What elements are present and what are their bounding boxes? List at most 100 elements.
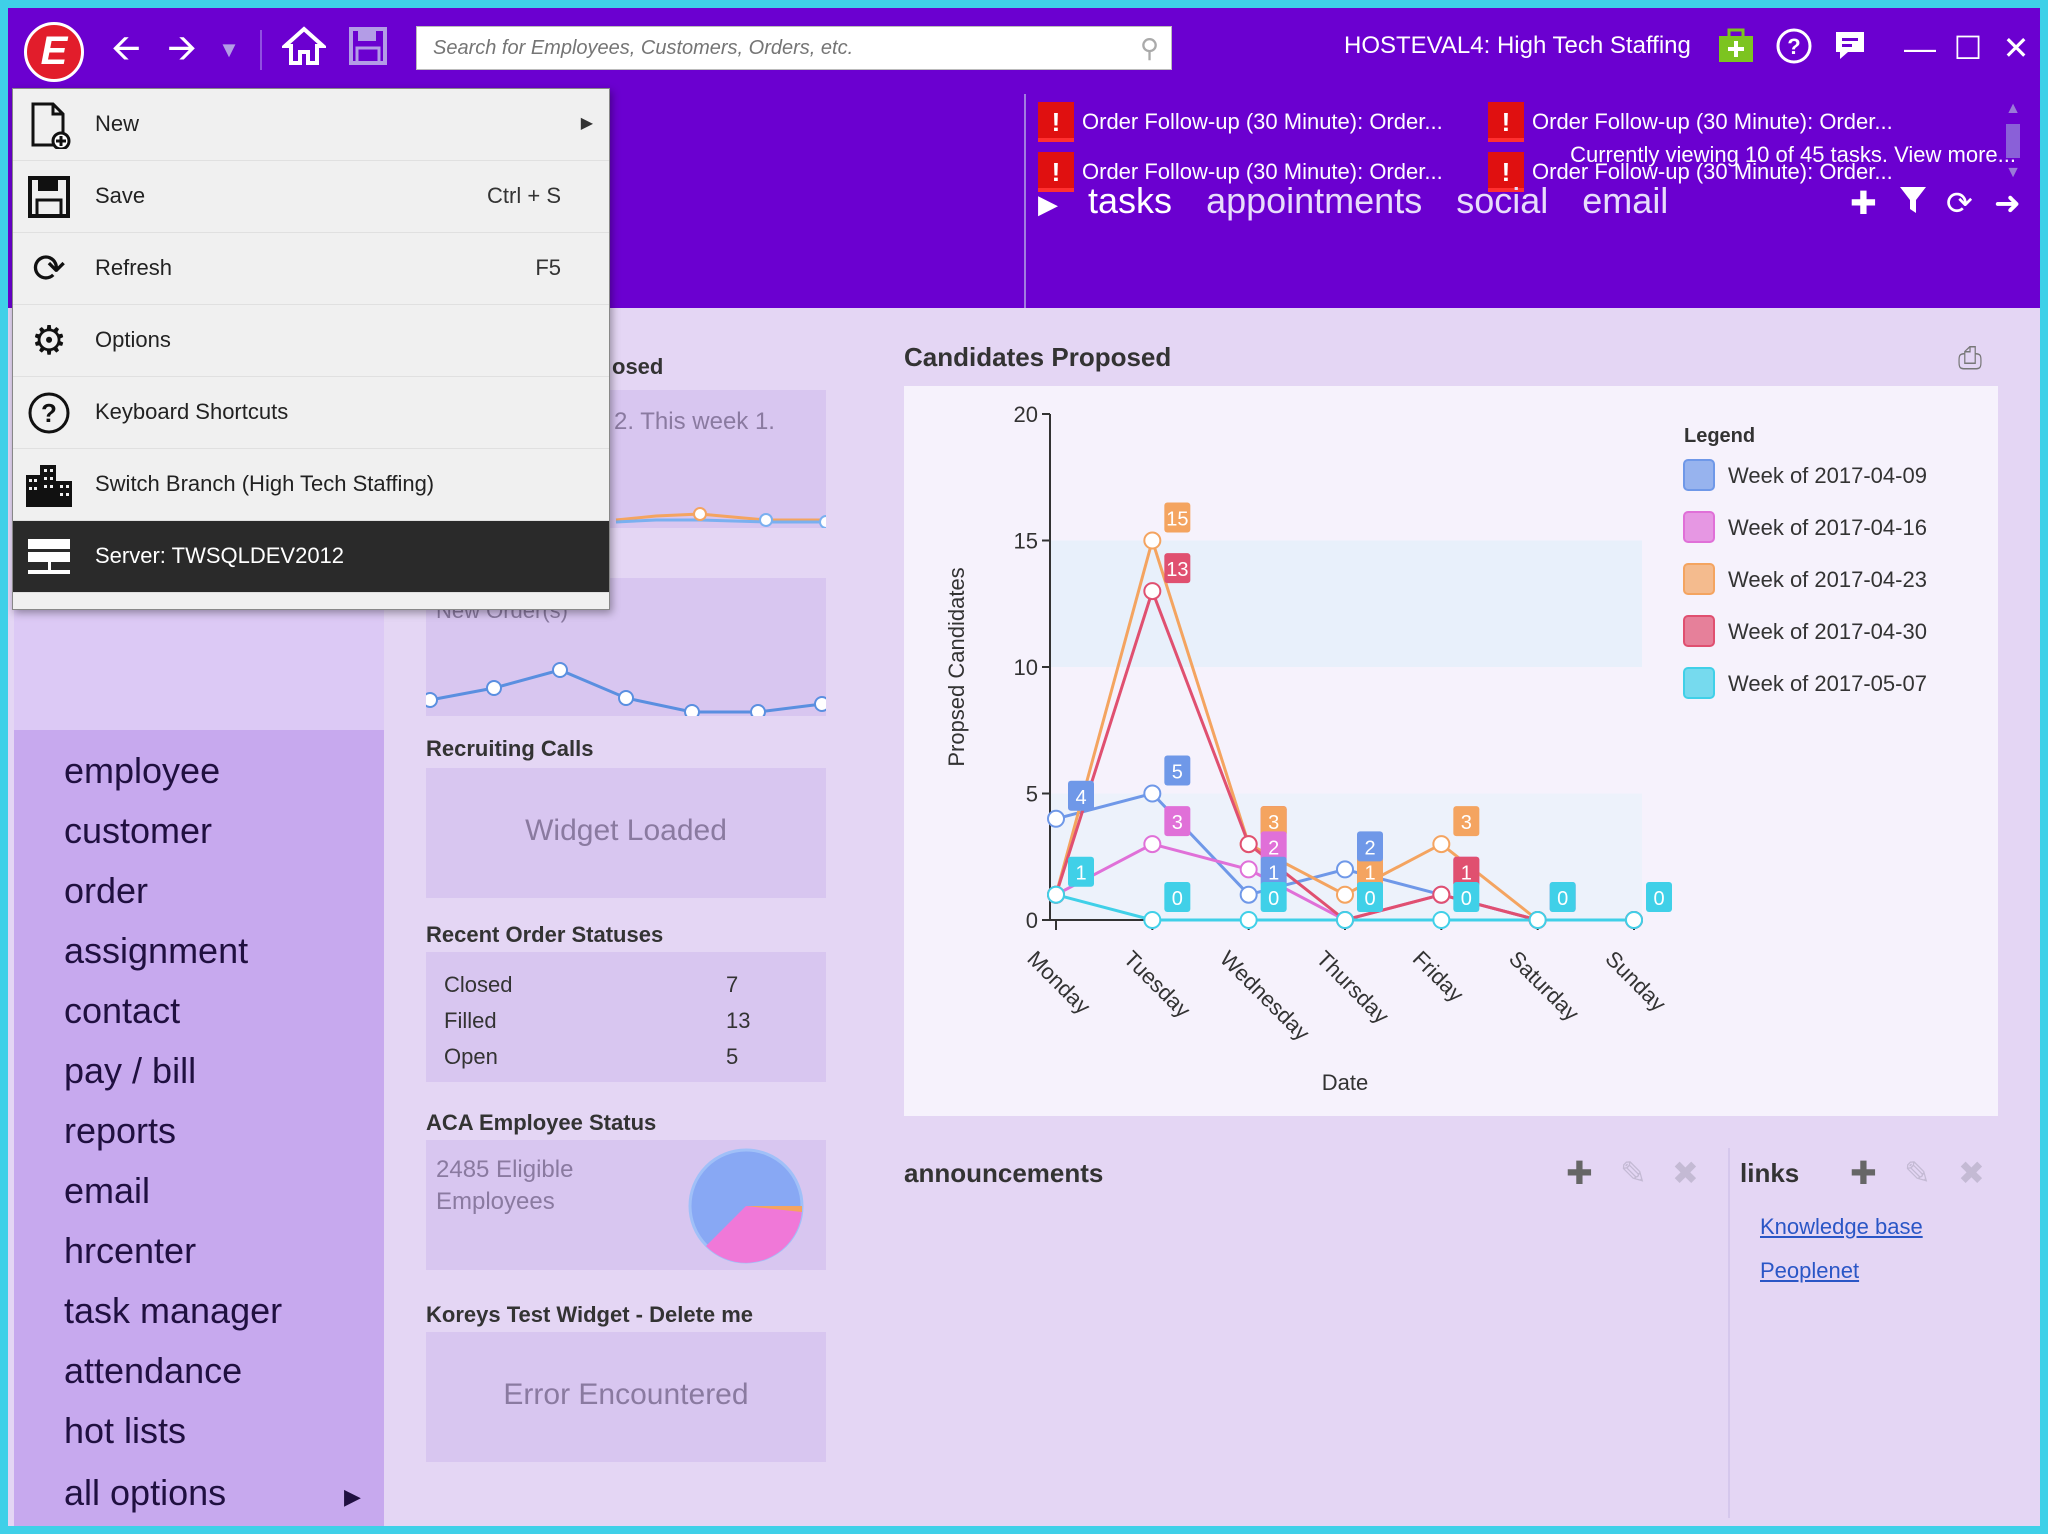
tab-social[interactable]: social — [1456, 180, 1548, 221]
nav-item-pay-bill[interactable]: pay / bill — [64, 1050, 196, 1092]
app-window: E 🡨 🡪 ▼ ⚲ HOSTEVAL4: High Tech Staffing … — [8, 8, 2040, 1526]
home-icon[interactable] — [278, 26, 330, 74]
delete-link-icon[interactable]: ✖ — [1958, 1154, 1985, 1192]
nav-item-assignment[interactable]: assignment — [64, 930, 248, 972]
shortcut-text: F5 — [535, 255, 561, 280]
legend-swatch — [1683, 615, 1715, 647]
delete-announcement-icon[interactable]: ✖ — [1672, 1154, 1699, 1192]
nav-item-order[interactable]: order — [64, 870, 148, 912]
help-icon: ? — [23, 389, 75, 437]
data-point — [1143, 835, 1162, 854]
window-title: HOSTEVAL4: High Tech Staffing — [1344, 32, 1691, 59]
data-point — [1143, 531, 1162, 550]
menu-item-save[interactable]: Save Ctrl + S — [13, 161, 609, 233]
legend-swatch — [1683, 459, 1715, 491]
minimize-icon[interactable]: — — [1900, 28, 1940, 68]
task-item[interactable]: ! Order Follow-up (30 Minute): Order... — [1038, 102, 1443, 142]
menu-item-switch-branch[interactable]: Switch Branch (High Tech Staffing) — [13, 449, 609, 521]
menu-item-options[interactable]: ⚙ Options — [13, 305, 609, 377]
add-icon[interactable]: ✚ — [1850, 184, 1877, 222]
forward-arrow-icon[interactable]: 🡪 — [160, 28, 204, 68]
chart-card: 0 5 10 15 20 Monday Tuesday Wednesday Thursday Fr… — [904, 386, 1998, 1116]
dropdown-icon[interactable]: ▼ — [214, 30, 244, 70]
filter-icon[interactable] — [1898, 184, 1928, 224]
scrollbar-thumb[interactable] — [2006, 124, 2020, 158]
edit-announcement-icon[interactable]: ✎ — [1620, 1154, 1647, 1192]
tab-appointments[interactable]: appointments — [1206, 180, 1422, 221]
data-label: 3 — [1268, 812, 1279, 834]
back-arrow-icon[interactable]: 🡨 — [104, 28, 148, 68]
data-point — [1239, 885, 1258, 904]
tab-email[interactable]: email — [1582, 180, 1668, 221]
legend-title: Legend — [1684, 425, 1755, 447]
menu-item-keyboard-shortcuts[interactable]: ? Keyboard Shortcuts — [13, 377, 609, 449]
feedback-icon[interactable] — [1828, 26, 1872, 74]
chevron-right-icon: ▶ — [580, 115, 593, 132]
nav-item-task-manager[interactable]: task manager — [64, 1290, 282, 1332]
nav-item-attendance[interactable]: attendance — [64, 1350, 242, 1392]
play-icon[interactable]: ▶ — [1038, 189, 1058, 219]
add-link-icon[interactable]: ✚ — [1850, 1154, 1877, 1192]
data-label: 15 — [1166, 509, 1188, 531]
widget-aca: 2485 Eligible Employees — [426, 1140, 826, 1270]
nav-item-contact[interactable]: contact — [64, 990, 180, 1032]
status-value: 13 — [726, 1008, 751, 1033]
widget-title-recruiting: Recruiting Calls — [426, 736, 594, 761]
add-case-icon[interactable] — [1714, 26, 1758, 74]
menu-item-refresh[interactable]: ⟳ Refresh F5 — [13, 233, 609, 305]
menu-item-server[interactable]: Server: TWSQLDEV2012 — [13, 521, 609, 593]
widget-error-message: Error Encountered — [503, 1378, 749, 1411]
link-knowledge-base[interactable]: Knowledge base — [1760, 1214, 1923, 1240]
widget-recruiting: Widget Loaded — [426, 768, 826, 898]
nav-item-all-options[interactable]: all options — [64, 1472, 226, 1514]
maximize-icon[interactable]: ☐ — [1948, 28, 1988, 68]
nav-item-hrcenter[interactable]: hrcenter — [64, 1230, 196, 1272]
go-arrow-icon[interactable]: ➜ — [1994, 184, 2021, 222]
link-peoplenet[interactable]: Peoplenet — [1760, 1258, 1859, 1284]
y-tick-label: 10 — [1014, 655, 1038, 680]
search-icon[interactable]: ⚲ — [1140, 33, 1159, 64]
data-label: 1 — [1075, 863, 1086, 885]
nav-item-employee[interactable]: employee — [64, 750, 220, 792]
legend-entry: Week of 2017-04-30 — [1728, 619, 1927, 644]
data-label: 5 — [1172, 762, 1183, 784]
x-tick-label: Thursday — [1311, 946, 1394, 1029]
data-label: 2 — [1268, 837, 1279, 859]
nav-item-reports[interactable]: reports — [64, 1110, 176, 1152]
global-search[interactable]: ⚲ — [416, 26, 1172, 70]
data-point — [1528, 911, 1547, 929]
nav-item-customer[interactable]: customer — [64, 810, 212, 852]
x-tick-label: Tuesday — [1119, 946, 1196, 1023]
edit-link-icon[interactable]: ✎ — [1904, 1154, 1931, 1192]
nav-item-email[interactable]: email — [64, 1170, 150, 1212]
save-icon[interactable] — [344, 26, 392, 74]
data-point — [1143, 582, 1162, 601]
save-icon — [23, 173, 75, 221]
menu-item-new[interactable]: New ▶ — [13, 89, 609, 161]
app-logo[interactable]: E — [24, 22, 84, 82]
view-more-link[interactable]: Currently viewing 10 of 45 tasks. View m… — [1570, 142, 2016, 168]
alert-icon: ! — [1038, 102, 1074, 142]
links-title: links — [1740, 1158, 1800, 1188]
print-icon[interactable]: ⎙ — [1958, 342, 1982, 376]
data-label: 2 — [1364, 837, 1375, 859]
legend-swatch — [1683, 667, 1715, 699]
nav-item-hot-lists[interactable]: hot lists — [64, 1410, 186, 1452]
data-point — [1143, 784, 1162, 803]
x-tick-label: Wednesday — [1215, 946, 1315, 1046]
widget-title-proposed: osed — [612, 354, 664, 379]
main-nav: employee customer order assignment conta… — [14, 730, 384, 1526]
data-point — [1239, 835, 1258, 854]
task-item[interactable]: ! Order Follow-up (30 Minute): Order... — [1488, 102, 1893, 142]
data-label: 1 — [1268, 863, 1279, 885]
data-point — [1047, 885, 1065, 904]
tab-tasks[interactable]: tasks — [1088, 180, 1172, 221]
close-icon[interactable]: ✕ — [1996, 28, 2036, 68]
legend-swatch — [1683, 563, 1715, 595]
refresh-icon[interactable]: ⟳ — [1946, 184, 1973, 222]
help-icon[interactable]: ? — [1772, 26, 1816, 74]
data-label: 1 — [1461, 863, 1472, 885]
x-tick-label: Saturday — [1504, 946, 1584, 1026]
search-input[interactable] — [417, 27, 1107, 69]
add-announcement-icon[interactable]: ✚ — [1566, 1154, 1593, 1192]
